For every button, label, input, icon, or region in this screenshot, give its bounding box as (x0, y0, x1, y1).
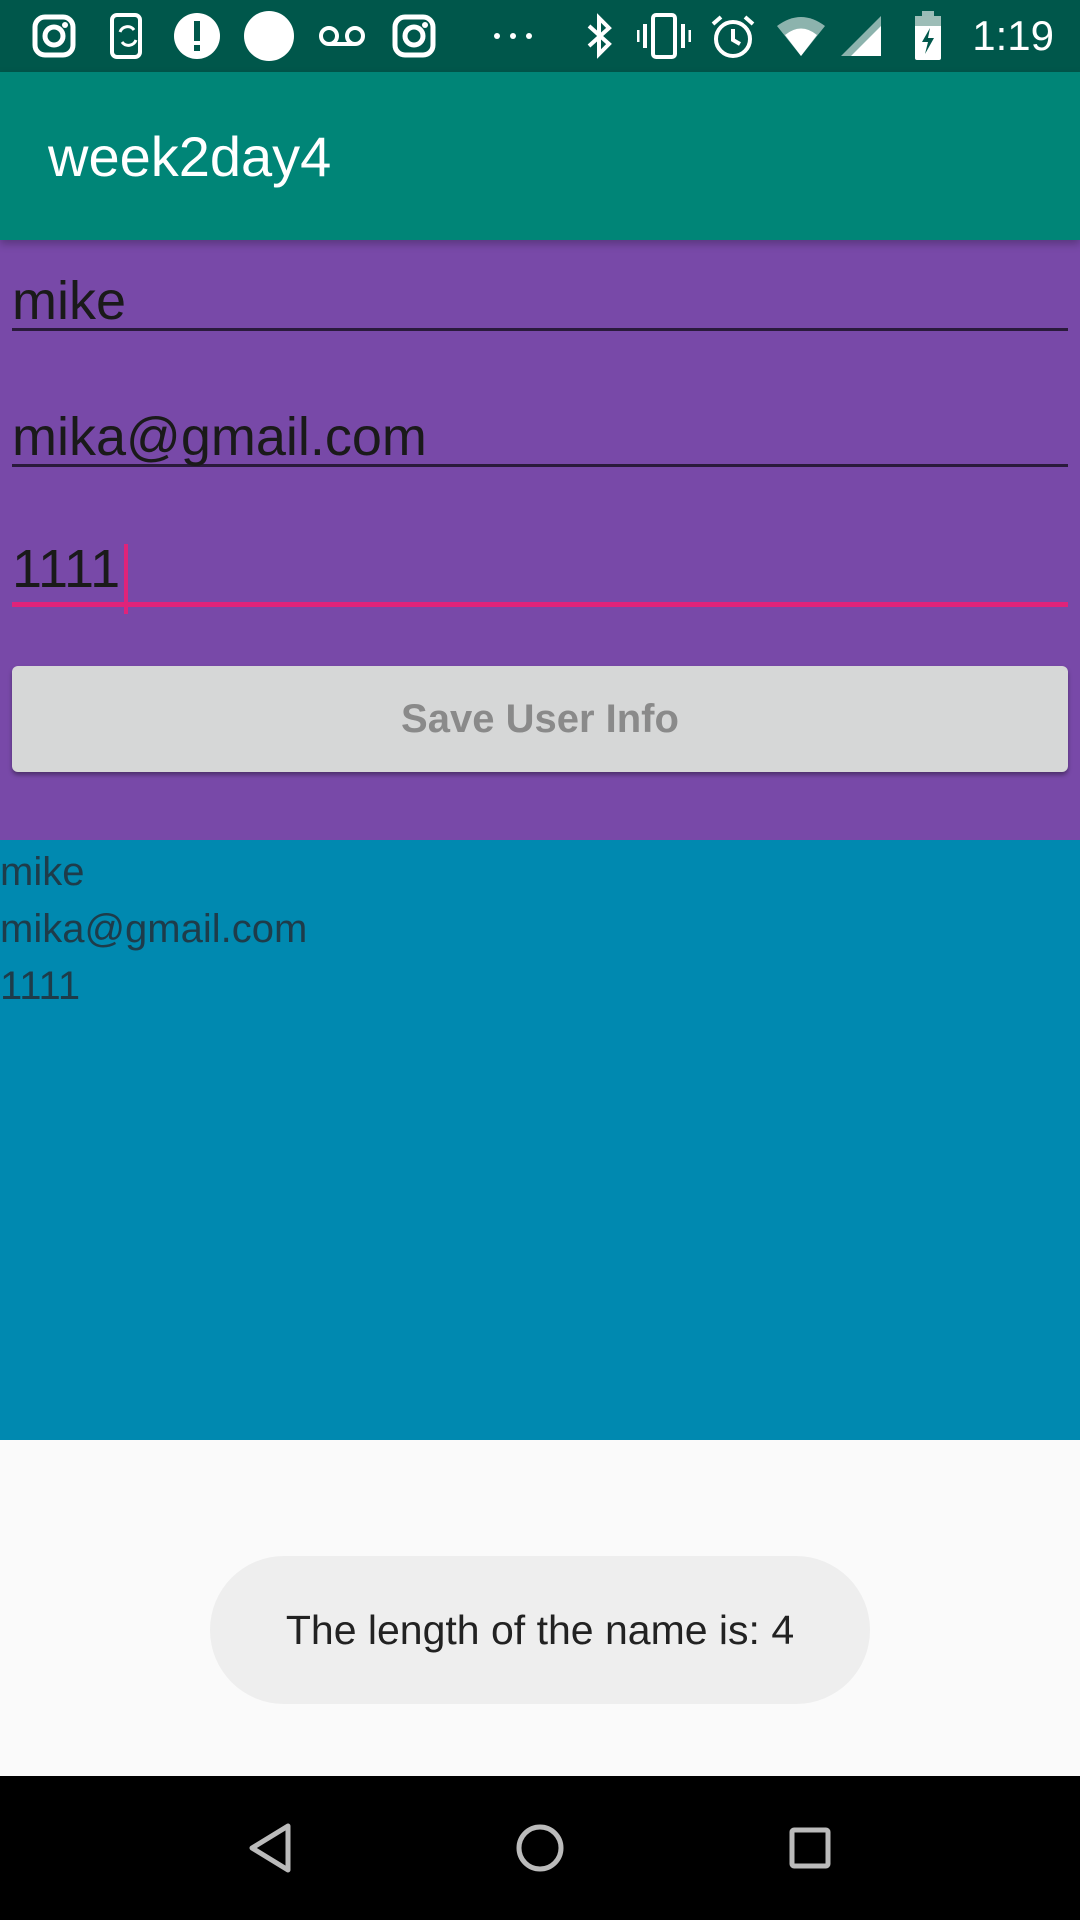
home-icon[interactable] (468, 1776, 612, 1920)
phone-sync-icon (104, 0, 152, 72)
circle-icon (242, 0, 296, 72)
wifi-icon (774, 0, 828, 72)
navigation-bar (0, 1776, 1080, 1920)
alarm-icon (708, 0, 758, 72)
email-input-value: mika@gmail.com (12, 407, 427, 467)
more-icon (490, 0, 536, 72)
password-input[interactable]: 1111 (12, 538, 1068, 614)
instagram-icon (390, 0, 438, 72)
toast-message: The length of the name is: 4 (210, 1556, 870, 1704)
password-input-value: 1111 (12, 539, 121, 599)
bluetooth-icon (580, 0, 620, 72)
status-time: 1:19 (972, 12, 1054, 59)
name-input[interactable]: mike (12, 270, 1068, 331)
signal-icon (838, 0, 884, 72)
app-title: week2day4 (48, 124, 332, 188)
back-icon[interactable] (198, 1776, 342, 1920)
instagram-icon (30, 0, 78, 72)
status-bar: 1:19 (0, 0, 1080, 72)
email-input[interactable]: mika@gmail.com (12, 406, 1068, 467)
voicemail-icon (316, 0, 368, 72)
battery-charging-icon (908, 0, 948, 72)
output-name: mike (0, 850, 85, 894)
user-form: mike mika@gmail.com 1111 Save User Info (0, 240, 1080, 840)
output-password: 1111 (0, 964, 81, 1008)
recents-icon[interactable] (738, 1776, 882, 1920)
user-info-output: mike mika@gmail.com 1111 (0, 840, 1080, 1440)
output-email: mika@gmail.com (0, 907, 308, 951)
save-user-info-button[interactable]: Save User Info (12, 666, 1068, 772)
app-bar: week2day4 (0, 72, 1080, 240)
text-cursor (124, 543, 129, 614)
name-input-value: mike (12, 271, 127, 331)
alert-icon (172, 0, 222, 72)
vibrate-icon (636, 0, 692, 72)
